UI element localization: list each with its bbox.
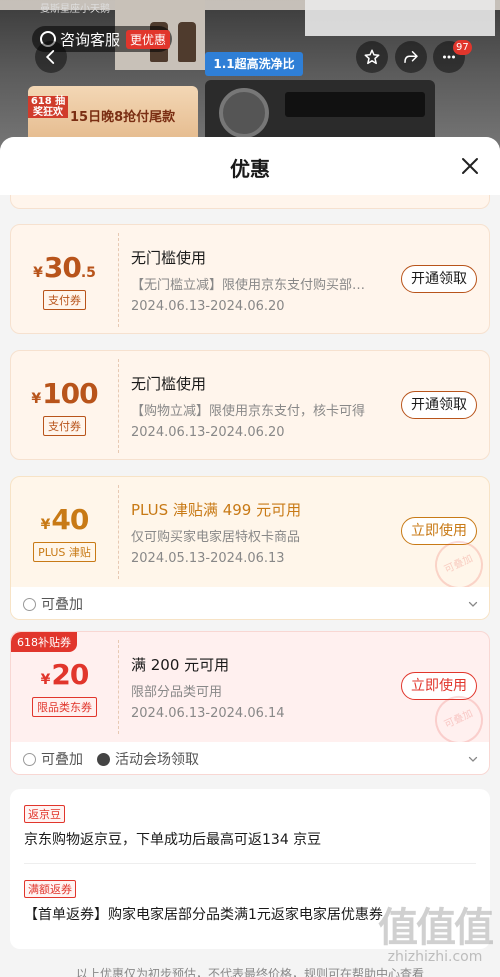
amount-value: 100	[42, 376, 98, 410]
close-icon[interactable]	[458, 154, 482, 178]
claim-button[interactable]: 开通领取	[401, 391, 477, 419]
coupon-divider	[118, 233, 119, 327]
amount-decimal: .5	[80, 264, 96, 281]
disclaimer-note: 以上优惠仅为初步预估，不代表最终价格，规则可在帮助中心查看	[75, 967, 424, 977]
venue-claim-note: 活动会场领取	[97, 749, 199, 769]
coupon-body: PLUS 津贴满 499 元可用 仅可购买家电家居特权卡商品 2024.05.1…	[131, 499, 401, 566]
divider	[24, 863, 476, 864]
coupon-footer[interactable]: 可叠加	[11, 587, 489, 619]
chevron-down-icon[interactable]	[467, 753, 479, 765]
stackable-note: 可叠加	[23, 749, 83, 769]
background-bottle	[178, 22, 196, 62]
currency-symbol: ¥	[40, 516, 51, 533]
coupon-title: 满 200 元可用	[131, 656, 230, 674]
back-button[interactable]	[35, 41, 67, 73]
washing-machine-image	[205, 80, 435, 145]
currency-symbol: ¥	[40, 671, 51, 688]
share-button[interactable]	[395, 41, 427, 73]
coupon-type-tag: 支付券	[43, 289, 86, 310]
venue-icon	[97, 752, 110, 766]
return-coupon-tag: 满额返券	[24, 880, 76, 898]
coupon-description: 仅可购买家电家居特权卡商品	[131, 530, 301, 545]
coupon-amount-block: ¥ 20 限品类东券	[11, 632, 118, 742]
background-top-text: 曼斯星座小天鹅	[40, 4, 110, 15]
coupon-card: 618补贴券 ¥ 20 限品类东券 满 200 元可用 限部分品类可用 2024…	[10, 631, 490, 775]
coupon-amount: ¥ 100	[31, 376, 98, 410]
coupon-title: 无门槛使用	[131, 249, 207, 267]
amount-value: 20	[51, 657, 89, 691]
amount-value: 40	[51, 502, 89, 536]
coupon-title: 无门槛使用	[131, 375, 207, 393]
product-banner: 1.1超高洗净比	[205, 52, 303, 76]
coupon-description: 限部分品类可用	[131, 685, 223, 700]
coupon-card: ¥ 100 支付券 无门槛使用 【购物立减】限使用京东支付，核卡可得 2024.…	[10, 350, 490, 460]
coupon-amount-block: ¥ 100 支付券	[11, 351, 118, 459]
coupon-description: 【购物立减】限使用京东支付，核卡可得	[131, 404, 366, 419]
coupon-date: 2024.06.13-2024.06.20	[131, 299, 285, 314]
watermark-logo: 值值值	[378, 905, 494, 951]
promo-tag: 618 抽奖狂欢	[28, 96, 68, 118]
machine-panel	[285, 92, 425, 117]
coupon-body: 满 200 元可用 限部分品类可用 2024.06.13-2024.06.14	[131, 654, 401, 721]
coupon-amount: ¥ 20	[40, 657, 90, 691]
coupon-amount: ¥ 30 .5	[33, 251, 96, 284]
coupon-divider	[118, 485, 119, 579]
product-header-background: 曼斯星座小天鹅 1.1超高洗净比 618 抽奖狂欢 15日晚8抢付尾款	[0, 0, 500, 160]
coupon-description: 【无门槛立减】限使用京东支付购买部…	[131, 278, 366, 293]
stack-icon	[23, 752, 36, 766]
coupon-divider	[118, 359, 119, 453]
star-icon	[364, 49, 380, 65]
watermark-url: zhizhizhi.com	[387, 949, 483, 965]
coupon-title: PLUS 津贴满 499 元可用	[131, 501, 302, 519]
currency-symbol: ¥	[33, 264, 43, 281]
customer-service-label: 咨询客服	[60, 30, 121, 49]
stackable-label: 可叠加	[41, 752, 83, 768]
share-icon	[404, 51, 418, 63]
customer-service-badge: 更优惠	[126, 29, 171, 49]
coupon-sheet: 优惠 ¥ 30 .5 支付券 无门槛使用 【无门槛立减】限使用京东支付购买部… …	[0, 137, 500, 977]
coupon-card: ¥ 30 .5 支付券 无门槛使用 【无门槛立减】限使用京东支付购买部… 202…	[10, 224, 490, 334]
background-tile	[305, 0, 495, 36]
coupon-amount-block: ¥ 30 .5 支付券	[11, 225, 118, 333]
chevron-left-icon	[45, 50, 55, 64]
watermark: 值值值 zhizhizhi.com	[378, 895, 494, 965]
chevron-down-icon[interactable]	[467, 598, 479, 610]
stack-icon	[23, 597, 36, 611]
favorite-button[interactable]	[356, 41, 388, 73]
coupon-footer[interactable]: 可叠加 活动会场领取	[11, 742, 489, 774]
notification-badge: 97	[453, 40, 472, 55]
coupon-body: 无门槛使用 【购物立减】限使用京东支付，核卡可得 2024.06.13-2024…	[131, 373, 401, 440]
machine-knob	[219, 88, 269, 138]
amount-value: 30	[43, 250, 82, 284]
coupon-amount: ¥ 40	[40, 502, 90, 536]
venue-claim-label: 活动会场领取	[115, 752, 199, 768]
coupon-card: ¥ 40 PLUS 津贴 PLUS 津贴满 499 元可用 仅可购买家电家居特权…	[10, 476, 490, 620]
coupon-amount-block: ¥ 40 PLUS 津贴	[11, 477, 118, 587]
beans-text: 京东购物返京豆，下单成功后最高可返134 京豆	[24, 832, 322, 848]
sheet-header: 优惠	[0, 137, 500, 195]
currency-symbol: ¥	[31, 390, 42, 407]
coupon-type-tag: 限品类东券	[32, 696, 97, 717]
coupon-body: 无门槛使用 【无门槛立减】限使用京东支付购买部… 2024.06.13-2024…	[131, 247, 401, 314]
claim-button[interactable]: 开通领取	[401, 265, 477, 293]
sheet-title: 优惠	[230, 157, 270, 181]
coupon-list[interactable]: ¥ 30 .5 支付券 无门槛使用 【无门槛立减】限使用京东支付购买部… 202…	[0, 195, 500, 977]
previous-coupon-stub	[10, 195, 490, 209]
stackable-note: 可叠加	[23, 594, 83, 614]
coupon-date: 2024.06.13-2024.06.14	[131, 706, 285, 721]
stackable-label: 可叠加	[41, 597, 83, 613]
beans-tag: 返京豆	[24, 805, 65, 823]
coupon-type-tag: PLUS 津贴	[33, 541, 96, 562]
coupon-date: 2024.05.13-2024.06.13	[131, 551, 285, 566]
promo-text: 15日晚8抢付尾款	[70, 110, 176, 125]
coupon-date: 2024.06.13-2024.06.20	[131, 425, 285, 440]
coupon-type-tag: 支付券	[43, 415, 86, 436]
coupon-divider	[118, 640, 119, 734]
